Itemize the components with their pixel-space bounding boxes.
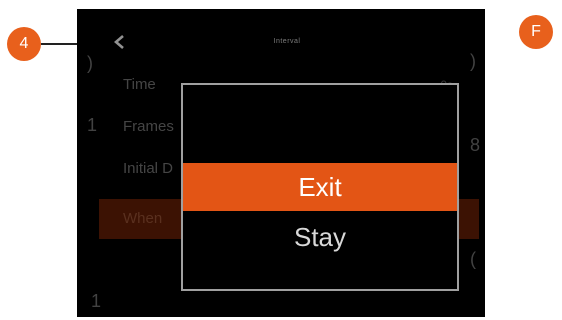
device-screen: Interval Time 0s Frames Initial D When )… <box>77 9 485 317</box>
stay-option-button[interactable]: Stay <box>183 213 457 261</box>
callout-badge-4: 4 <box>7 27 41 61</box>
exit-confirm-dialog: Exit Stay <box>181 83 459 291</box>
callout-badge-f: F <box>519 15 553 49</box>
exit-option-button[interactable]: Exit <box>183 163 457 211</box>
